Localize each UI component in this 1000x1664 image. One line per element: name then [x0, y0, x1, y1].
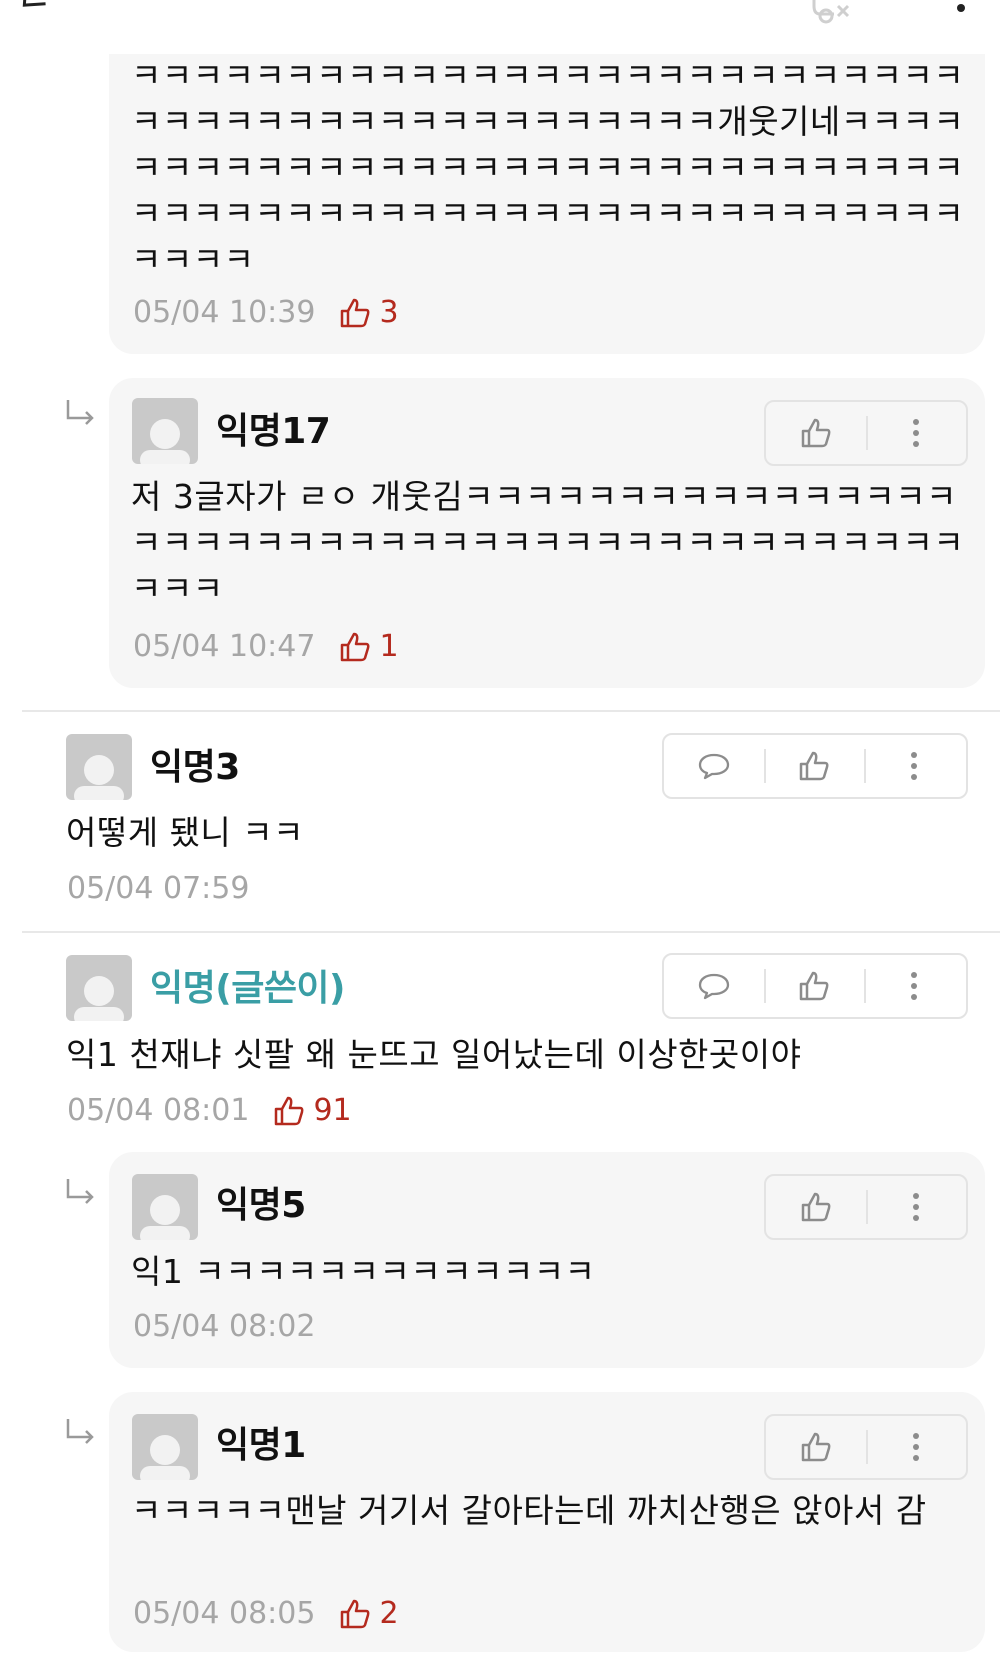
comment-actions [662, 953, 968, 1019]
like-count: 2 [339, 1594, 399, 1634]
speech-bubble-icon [698, 973, 730, 1000]
comment-text: ㅋㅋㅋㅋㅋ맨날 거기서 갈아타는데 까치산행은 앉아서 감 [131, 1491, 927, 1530]
reply-button[interactable] [664, 955, 764, 1017]
comment-time: 05/04 07:59 [67, 871, 250, 906]
comment-text: ㅋㅋㅋㅋㅋㅋㅋㅋㅋㅋㅋㅋㅋㅋㅋㅋㅋㅋㅋㅋㅋㅋㅋㅋㅋㅋㅋㅋㅋㅋㅋㅋㅋㅋㅋㅋㅋㅋㅋㅋ… [131, 56, 965, 279]
comment-time: 05/04 08:01 [67, 1093, 250, 1128]
like-button[interactable] [766, 402, 866, 464]
comment-author: 익명(글쓴이) [150, 968, 346, 1009]
more-vertical-icon [911, 972, 917, 1000]
more-button[interactable] [866, 402, 966, 464]
like-button[interactable] [766, 1176, 866, 1238]
comment-actions [764, 400, 968, 466]
more-button[interactable] [866, 1416, 966, 1478]
reply-arrow-icon [66, 1179, 94, 1204]
chevron-left-icon[interactable] [14, 0, 54, 26]
thumbs-up-icon [799, 971, 829, 1001]
divider [22, 931, 1000, 933]
comment-meta: 05/04 10:47 1 [133, 627, 399, 667]
avatar[interactable] [132, 398, 198, 464]
divider [22, 710, 1000, 712]
more-button[interactable] [864, 735, 964, 797]
thumbs-up-icon [341, 1599, 370, 1629]
comment-actions [764, 1174, 968, 1240]
thumbs-up-icon [341, 298, 370, 328]
avatar[interactable] [66, 734, 132, 800]
thumbs-up-icon [341, 632, 370, 662]
more-button[interactable] [866, 1176, 966, 1238]
like-count-value: 2 [379, 1596, 399, 1631]
comment-author: 익명3 [150, 747, 240, 788]
comment-time: 05/04 10:39 [133, 295, 316, 330]
reply-arrow-icon [66, 1419, 94, 1444]
comment-meta: 05/04 08:01 91 [67, 1091, 352, 1131]
thumbs-up-icon [275, 1096, 304, 1126]
like-count-value: 91 [313, 1093, 352, 1128]
reply-button[interactable] [664, 735, 764, 797]
avatar[interactable] [66, 955, 132, 1021]
like-button[interactable] [764, 735, 864, 797]
more-button[interactable] [864, 955, 964, 1017]
like-count: 1 [339, 627, 399, 667]
reply-arrow-icon [66, 400, 94, 425]
like-button[interactable] [764, 955, 864, 1017]
like-count-value: 3 [379, 295, 399, 330]
comment-author: 익명17 [216, 411, 331, 452]
like-count: 91 [273, 1091, 352, 1131]
thumbs-up-icon [801, 1192, 831, 1222]
thumbs-up-icon [799, 751, 829, 781]
like-count: 3 [339, 293, 399, 333]
more-vertical-icon [913, 1433, 919, 1461]
thumbs-up-icon [801, 1432, 831, 1462]
more-vertical-icon[interactable] [953, 0, 969, 26]
comment-meta: 05/04 10:39 3 [133, 293, 399, 333]
comment-meta: 05/04 08:05 2 [133, 1594, 399, 1634]
speech-bubble-icon [698, 753, 730, 780]
comment-meta: 05/04 08:02 [133, 1307, 315, 1347]
comment-time: 05/04 08:05 [133, 1596, 316, 1631]
notification-off-icon[interactable] [800, 0, 854, 26]
comment-meta: 05/04 07:59 [67, 869, 249, 909]
comment-text: 어떻게 됐니 ㅋㅋ [66, 813, 304, 852]
comment-time: 05/04 08:02 [133, 1309, 316, 1344]
comment-author: 익명5 [216, 1185, 306, 1226]
comment-text: 익1 ㅋㅋㅋㅋㅋㅋㅋㅋㅋㅋㅋㅋㅋ [131, 1252, 596, 1291]
comment-text: 익1 천재냐 싯팔 왜 눈뜨고 일어났는데 이상한곳이야 [66, 1035, 802, 1074]
more-vertical-icon [913, 1193, 919, 1221]
top-bar [0, 0, 1000, 54]
like-button[interactable] [766, 1416, 866, 1478]
comment-text: 저 3글자가 ㄹㅇ 개웃김ㅋㅋㅋㅋㅋㅋㅋㅋㅋㅋㅋㅋㅋㅋㅋㅋㅋㅋㅋㅋㅋㅋㅋㅋㅋㅋㅋ… [131, 477, 965, 608]
avatar[interactable] [132, 1414, 198, 1480]
comment-author: 익명1 [216, 1425, 306, 1466]
comment-actions [662, 733, 968, 799]
thumbs-up-icon [801, 418, 831, 448]
more-vertical-icon [913, 419, 919, 447]
more-vertical-icon [911, 752, 917, 780]
like-count-value: 1 [379, 629, 399, 664]
comment-actions [764, 1414, 968, 1480]
avatar[interactable] [132, 1174, 198, 1240]
comment-time: 05/04 10:47 [133, 629, 316, 664]
